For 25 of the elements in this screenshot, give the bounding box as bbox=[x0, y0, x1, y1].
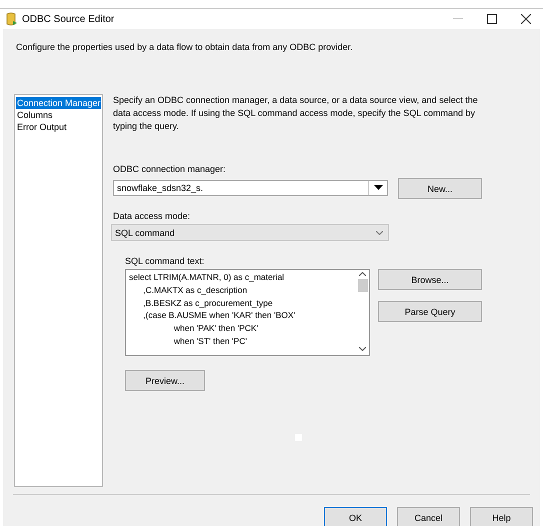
database-icon bbox=[6, 12, 18, 26]
new-button[interactable]: New... bbox=[398, 178, 482, 199]
scroll-up-icon[interactable] bbox=[359, 272, 366, 276]
side-button[interactable]: Parse Query bbox=[378, 301, 482, 322]
preview-button[interactable]: Preview... bbox=[125, 370, 205, 391]
field-label: SQL command text: bbox=[125, 256, 206, 266]
dialog-button[interactable]: OK bbox=[324, 507, 387, 526]
side-button[interactable]: Browse... bbox=[378, 269, 482, 290]
window-title: ODBC Source Editor bbox=[22, 14, 116, 24]
connection-manager-combo[interactable]: snowflake_sdsn32_s. bbox=[113, 180, 388, 196]
instruction-text: Specify an ODBC connection manager, a data source, or a data source view, and select the data access mode. If using the SQL command access mode, specify the SQL command by typing the query. bbox=[113, 94, 479, 133]
page-list-item[interactable]: Connection Manager bbox=[16, 97, 101, 109]
scroll-down-icon[interactable] bbox=[359, 347, 366, 351]
sql-text-field[interactable]: select LTRIM(A.MATNR, 0) as c_material ,C.MAKTX as c_description ,B.BESKZ as c_procurement_type ,(case B.AUSME when 'KAR' then 'BOX' when 'PAK' then 'PCK' when 'ST' then 'PC' bbox=[125, 269, 370, 356]
access-mode-select[interactable]: SQL command bbox=[111, 224, 389, 241]
scrollbar-thumb[interactable] bbox=[358, 279, 368, 292]
dropdown-arrow-icon bbox=[374, 185, 382, 190]
field-label: ODBC connection manager: bbox=[113, 164, 227, 174]
chevron-down-icon bbox=[376, 230, 383, 234]
dialog-button[interactable]: Help bbox=[470, 507, 533, 526]
description-text: Configure the properties used by a data flow to obtain data from any ODBC provider. bbox=[16, 42, 354, 52]
page-list-item[interactable]: Error Output bbox=[16, 121, 101, 133]
field-label: Data access mode: bbox=[113, 211, 192, 221]
page-list-item[interactable]: Columns bbox=[16, 109, 101, 121]
dialog-button[interactable]: Cancel bbox=[397, 507, 460, 526]
